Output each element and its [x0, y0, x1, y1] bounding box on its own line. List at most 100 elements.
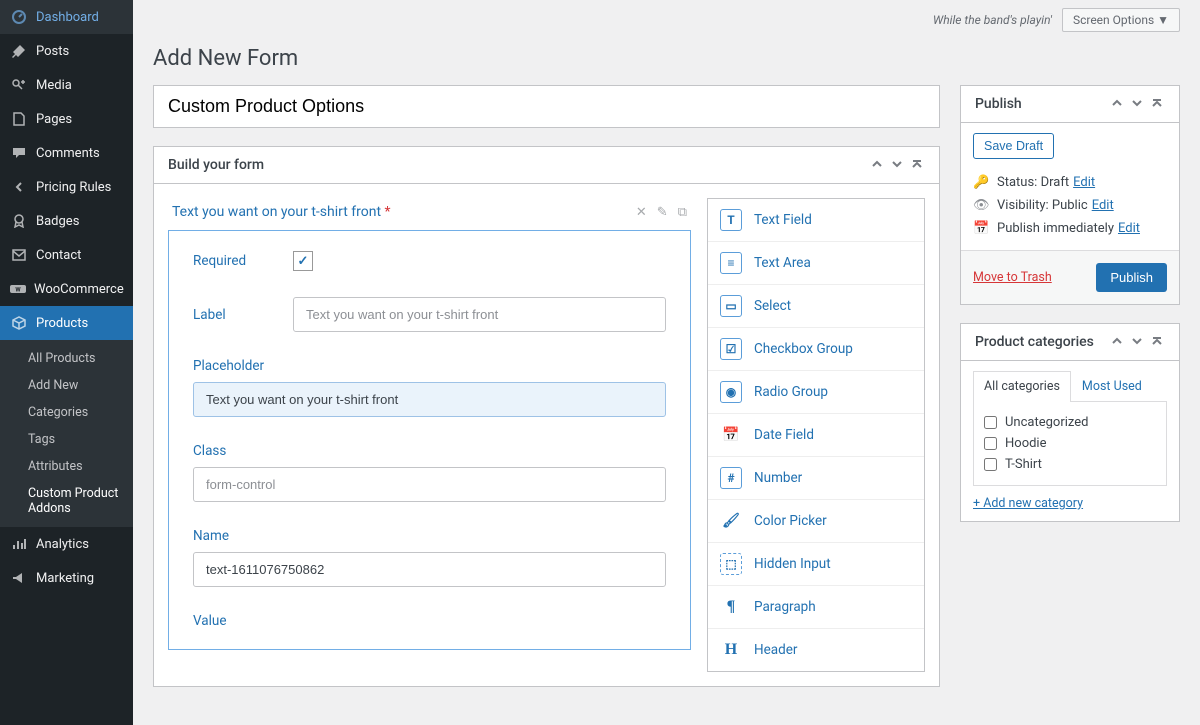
edit-schedule-link[interactable]: Edit: [1118, 221, 1140, 236]
howdy-text: While the band's playin': [933, 13, 1052, 27]
visibility-value: Public: [1052, 198, 1088, 213]
hidden-icon: ⬚: [720, 553, 742, 575]
submenu-add-new[interactable]: Add New: [0, 372, 133, 399]
palette-select[interactable]: ▭Select: [708, 285, 924, 328]
screen-options-button[interactable]: Screen Options ▼: [1062, 8, 1180, 32]
category-label: Uncategorized: [1005, 415, 1088, 430]
sidebar-label: Pricing Rules: [36, 180, 111, 195]
admin-sidebar: Dashboard Posts Media Pages Comments Pri…: [0, 0, 133, 725]
submenu-attributes[interactable]: Attributes: [0, 453, 133, 480]
palette-date-field[interactable]: 📅Date Field: [708, 414, 924, 457]
palette-radio-group[interactable]: ◉Radio Group: [708, 371, 924, 414]
chevron-up-icon[interactable]: [1111, 97, 1125, 111]
palette-text-field[interactable]: TText Field: [708, 199, 924, 242]
calendar-icon: 📅: [973, 221, 991, 236]
placeholder-input[interactable]: [193, 382, 666, 417]
checkbox-icon: ☑: [720, 338, 742, 360]
collapse-up-icon[interactable]: [911, 158, 925, 172]
submenu-all-products[interactable]: All Products: [0, 345, 133, 372]
copy-icon[interactable]: ⧉: [678, 205, 687, 220]
sidebar-item-pricing-rules[interactable]: Pricing Rules: [0, 170, 133, 204]
submenu-categories[interactable]: Categories: [0, 399, 133, 426]
edit-status-link[interactable]: Edit: [1073, 175, 1095, 190]
status-label: Status:: [997, 175, 1037, 190]
add-new-category-link[interactable]: + Add new category: [973, 496, 1083, 511]
palette-paragraph[interactable]: ¶Paragraph: [708, 586, 924, 629]
sidebar-item-analytics[interactable]: Analytics: [0, 527, 133, 561]
chevron-left-icon: [10, 178, 28, 196]
label-input[interactable]: [293, 297, 666, 332]
value-label: Value: [193, 613, 293, 629]
chevron-up-icon[interactable]: [1111, 335, 1125, 349]
edit-icon[interactable]: ✎: [657, 205, 668, 220]
chevron-up-icon[interactable]: [871, 158, 885, 172]
svg-text:W: W: [15, 287, 21, 294]
sidebar-item-pages[interactable]: Pages: [0, 102, 133, 136]
form-builder-metabox: Build your form: [153, 146, 940, 687]
media-icon: [10, 76, 28, 94]
submenu-custom-product-addons[interactable]: Custom Product Addons: [0, 480, 133, 522]
text-area-icon: ≡: [720, 252, 742, 274]
sidebar-item-comments[interactable]: Comments: [0, 136, 133, 170]
publish-button[interactable]: Publish: [1096, 263, 1167, 292]
palette-header[interactable]: HHeader: [708, 629, 924, 671]
save-draft-button[interactable]: Save Draft: [973, 133, 1054, 159]
number-icon: #: [720, 467, 742, 489]
chevron-down-icon[interactable]: [1131, 335, 1145, 349]
categories-title: Product categories: [975, 334, 1094, 350]
category-checkbox[interactable]: [984, 458, 997, 471]
tab-most-used[interactable]: Most Used: [1071, 371, 1153, 401]
chevron-down-icon[interactable]: [1131, 97, 1145, 111]
sidebar-item-media[interactable]: Media: [0, 68, 133, 102]
collapse-up-icon[interactable]: [1151, 97, 1165, 111]
sidebar-item-posts[interactable]: Posts: [0, 34, 133, 68]
class-input[interactable]: [193, 467, 666, 502]
paragraph-icon: ¶: [720, 596, 742, 618]
calendar-icon: 📅: [720, 424, 742, 446]
palette-number[interactable]: #Number: [708, 457, 924, 500]
mail-icon: [10, 246, 28, 264]
sidebar-label: Analytics: [36, 537, 89, 552]
required-checkbox[interactable]: ✓: [293, 251, 313, 271]
products-icon: [10, 314, 28, 332]
required-label: Required: [193, 253, 293, 269]
name-input[interactable]: [193, 552, 666, 587]
radio-icon: ◉: [720, 381, 742, 403]
field-block-title: Text you want on your t-shirt front *: [172, 204, 391, 220]
collapse-up-icon[interactable]: [1151, 335, 1165, 349]
analytics-icon: [10, 535, 28, 553]
comment-icon: [10, 144, 28, 162]
move-to-trash-link[interactable]: Move to Trash: [973, 270, 1052, 285]
palette-color-picker[interactable]: 🖌Color Picker: [708, 500, 924, 543]
sidebar-item-woocommerce[interactable]: W WooCommerce: [0, 272, 133, 306]
category-list: Uncategorized Hoodie T-Shirt: [973, 402, 1167, 486]
submenu-tags[interactable]: Tags: [0, 426, 133, 453]
field-block: Text you want on your t-shirt front * ✕ …: [168, 198, 691, 650]
publish-title: Publish: [975, 96, 1022, 112]
sidebar-item-dashboard[interactable]: Dashboard: [0, 0, 133, 34]
form-title-input[interactable]: [153, 85, 940, 128]
text-field-icon: T: [720, 209, 742, 231]
palette-checkbox-group[interactable]: ☑Checkbox Group: [708, 328, 924, 371]
palette-text-area[interactable]: ≡Text Area: [708, 242, 924, 285]
sidebar-item-products[interactable]: Products: [0, 306, 133, 340]
close-icon[interactable]: ✕: [636, 205, 647, 220]
edit-visibility-link[interactable]: Edit: [1092, 198, 1114, 213]
tab-all-categories[interactable]: All categories: [973, 371, 1071, 402]
sidebar-item-contact[interactable]: Contact: [0, 238, 133, 272]
palette-hidden-input[interactable]: ⬚Hidden Input: [708, 543, 924, 586]
category-label: Hoodie: [1005, 436, 1047, 451]
woo-icon: W: [10, 280, 26, 298]
chevron-down-icon[interactable]: [891, 158, 905, 172]
sidebar-item-badges[interactable]: Badges: [0, 204, 133, 238]
sidebar-item-marketing[interactable]: Marketing: [0, 561, 133, 595]
metabox-title: Build your form: [168, 157, 264, 173]
main-content: While the band's playin' Screen Options …: [133, 0, 1200, 725]
category-checkbox[interactable]: [984, 416, 997, 429]
sidebar-label: Dashboard: [36, 10, 99, 25]
sidebar-submenu: All Products Add New Categories Tags Att…: [0, 340, 133, 527]
category-checkbox[interactable]: [984, 437, 997, 450]
marketing-icon: [10, 569, 28, 587]
visibility-label: Visibility:: [997, 198, 1049, 213]
sidebar-label: Media: [36, 78, 72, 93]
